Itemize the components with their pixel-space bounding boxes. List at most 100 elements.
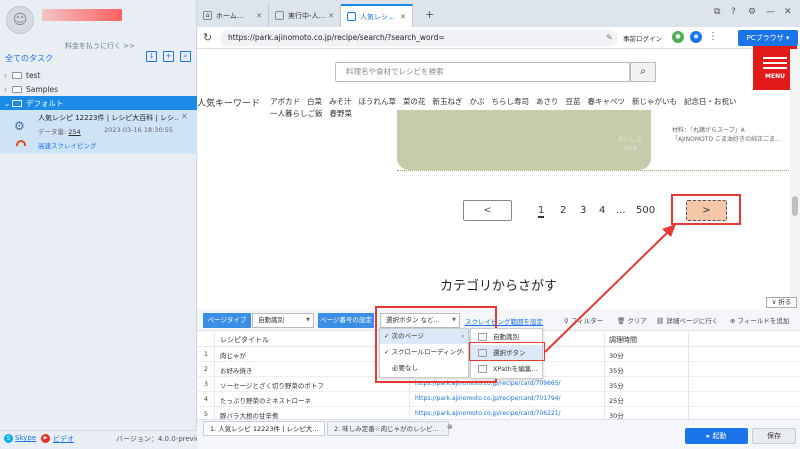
pc-browser-select[interactable]: PCブラウザ ▾: [738, 30, 798, 46]
scrollbar-thumb[interactable]: [792, 196, 798, 216]
extension-icon[interactable]: ●: [672, 31, 684, 43]
search-task-icon[interactable]: ⌕: [180, 51, 191, 62]
column-header[interactable]: レシピタイトル: [220, 335, 269, 345]
chevron-down-icon: ⌄: [4, 98, 11, 108]
page-type-value: 自動識別: [258, 316, 284, 324]
select-button-highlight: [469, 342, 545, 361]
keyword-link[interactable]: 豆苗: [566, 97, 581, 106]
recipe-photo[interactable]: [397, 110, 651, 170]
tab-label: ホーム...: [216, 11, 244, 20]
tree-item-samples[interactable]: › Samples: [0, 82, 197, 96]
step-tab-1[interactable]: 1. 人気レシピ 12223件 | レシピ大...: [203, 421, 325, 436]
page-type-select[interactable]: 自動識別 ▼: [252, 313, 314, 328]
tree-item-label: Samples: [26, 84, 59, 94]
keyword-link[interactable]: 記念日・お祝い: [684, 97, 737, 106]
recipe-url-cell: https://park.ajinomoto.co.jp/recipe/card…: [415, 395, 561, 402]
speedometer-icon: [16, 140, 26, 146]
row-number: 2: [203, 365, 209, 373]
keyword-link[interactable]: みそ汁: [329, 97, 352, 106]
fold-label: 折る: [778, 298, 792, 306]
settings-icon[interactable]: ⚙: [748, 7, 756, 17]
fold-button[interactable]: ∨ 折る: [766, 297, 797, 308]
video-link[interactable]: ビデオ: [53, 434, 74, 444]
keyword-link[interactable]: ちらし寿司: [492, 97, 530, 106]
clear-button[interactable]: 🗑 クリア: [617, 315, 647, 325]
recipe-title-cell: たっぷり野菜のミネストローネ: [220, 397, 311, 405]
keyword-link[interactable]: あさり: [536, 97, 559, 106]
close-window-icon[interactable]: ✕: [784, 7, 792, 17]
page-link-3[interactable]: 3: [580, 205, 586, 216]
all-tasks-heading[interactable]: 全てのタスク: [5, 53, 53, 64]
page-link-4[interactable]: 4: [599, 205, 605, 216]
new-tab-button[interactable]: +: [425, 8, 434, 21]
chevron-right-icon: ›: [4, 84, 7, 94]
pre-login-button[interactable]: 事前ログイン: [623, 33, 662, 43]
tree-item-default[interactable]: ⌄ デフォルト: [0, 96, 197, 110]
keyword-heading: 人気キーワード: [197, 99, 261, 109]
task-data-count: データ量: 254: [38, 128, 81, 136]
close-icon[interactable]: ✕: [400, 13, 406, 21]
filter-button[interactable]: ⚲ フィルター: [564, 315, 603, 325]
page-link-1[interactable]: 1: [538, 205, 545, 218]
url-input[interactable]: https://park.ajinomoto.co.jp/recipe/sear…: [220, 30, 618, 46]
keyword-link[interactable]: 白菜: [307, 97, 322, 106]
keyword-link[interactable]: アボカド: [270, 97, 300, 106]
keyword-link[interactable]: かぶ: [470, 97, 485, 106]
task-title[interactable]: 人気レシピ 12223件 | レシピ大百科 | レシ...: [38, 113, 178, 123]
recipe-search-input[interactable]: 料理名や食材でレシピを検索: [335, 62, 630, 82]
refresh-icon[interactable]: ↻: [203, 31, 212, 44]
close-icon[interactable]: ✕: [181, 112, 188, 121]
close-icon[interactable]: ⊗: [447, 423, 453, 431]
add-task-icon[interactable]: +: [163, 51, 174, 62]
row-number: 1: [203, 350, 209, 358]
column-divider: [604, 333, 605, 425]
keyword-link[interactable]: 春キャベツ: [588, 97, 626, 106]
minimize-icon[interactable]: —: [766, 7, 775, 17]
edit-icon[interactable]: ✎: [606, 33, 613, 42]
version-label: バージョン：4.0.0-preview: [116, 435, 206, 443]
step-tab-2[interactable]: 2. 味しみ定番☆肉じゃがのレシピ...: [327, 421, 449, 436]
run-button[interactable]: ▸ 起動: [685, 428, 748, 444]
location-icon[interactable]: ◉: [690, 31, 702, 43]
pin-icon[interactable]: ⧉: [714, 7, 720, 17]
tab-home[interactable]: ⌂ ホーム... ✕: [197, 4, 269, 27]
folder-icon: [12, 85, 22, 93]
add-field-button[interactable]: ⊕ フィールドを追加: [730, 315, 789, 325]
photo-watermark: おいしさ XのX: [618, 136, 643, 152]
more-options-icon[interactable]: ⋮: [708, 31, 718, 42]
help-icon[interactable]: ?: [731, 7, 736, 17]
skype-icon[interactable]: S: [4, 434, 13, 443]
page-link-2[interactable]: 2: [560, 205, 566, 216]
prev-page-button[interactable]: <: [463, 200, 512, 221]
keyword-link[interactable]: 菜の花: [403, 97, 426, 106]
keyword-link[interactable]: 新じゃがいも: [632, 97, 677, 106]
tree-item-label: デフォルト: [26, 98, 64, 108]
submenu-item-xpath[interactable]: XPathを編集...: [471, 361, 542, 377]
page-link-last[interactable]: 500: [636, 205, 655, 216]
keyword-link[interactable]: 一人暮らしご飯: [270, 109, 323, 118]
tree-item-test[interactable]: › test: [0, 68, 197, 82]
page-icon: [347, 12, 356, 21]
recipe-title-cell: お好み焼き: [220, 367, 253, 375]
keyword-link[interactable]: ほうれん草: [359, 97, 397, 106]
video-icon[interactable]: ▶: [41, 434, 50, 443]
folder-icon: [12, 71, 22, 79]
submenu-item-label: XPathを編集...: [493, 365, 538, 373]
tab-running[interactable]: 実行中-人... ✕: [269, 4, 341, 27]
column-header[interactable]: 調理時間: [609, 335, 637, 345]
close-icon[interactable]: ✕: [328, 12, 334, 20]
keyword-link[interactable]: 新玉ねぎ: [433, 97, 463, 106]
close-icon[interactable]: ✕: [256, 12, 262, 20]
download-icon[interactable]: ↓: [146, 51, 157, 62]
page-scrollbar[interactable]: [790, 49, 800, 309]
user-avatar[interactable]: ☺: [6, 6, 34, 34]
column-divider: [214, 333, 215, 425]
detail-page-button[interactable]: ⛓ 詳細ページに行く: [656, 315, 718, 325]
search-icon[interactable]: ⌕: [630, 62, 656, 82]
pay-link[interactable]: 料金を払うに行く >>: [40, 41, 160, 51]
skype-link[interactable]: Skype: [15, 434, 36, 442]
tab-popular-recipes[interactable]: 人気レシ... ✕: [341, 4, 413, 27]
fast-scraping-link[interactable]: 高速スクレイピング: [38, 140, 97, 150]
keyword-link[interactable]: 春野菜: [330, 109, 353, 118]
save-button[interactable]: 保存: [752, 428, 796, 444]
